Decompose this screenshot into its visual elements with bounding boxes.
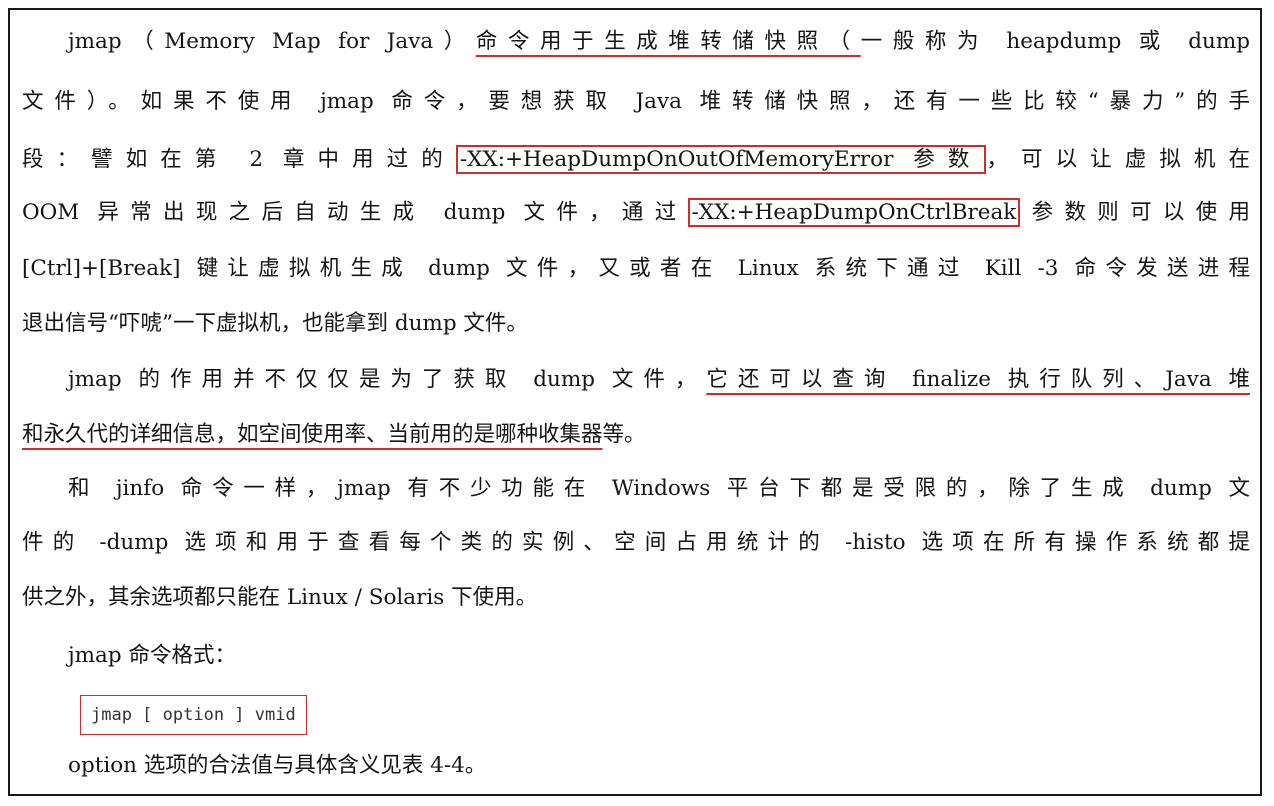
- text-segment: 一般称为 heapdump 或 dump: [860, 29, 1250, 54]
- text-segment: jmap（Memory Map for Java）: [68, 29, 476, 54]
- format-label: jmap 命令格式：: [68, 643, 236, 668]
- paragraph-3-line-3: 供之外，其余选项都只能在 Linux / Solaris 下使用。: [22, 585, 538, 610]
- underlined-phrase: 命令用于生成堆转储快照（: [475, 29, 861, 54]
- text-segment: 参数则可以使用: [1020, 200, 1250, 225]
- underlined-phrase: 和永久代的详细信息，如空间使用率、当前用的是哪种收集器: [22, 422, 603, 447]
- paragraph-1-line-4: OOM 异常出现之后自动生成 dump 文件，通过 -XX:+HeapDumpOn…: [22, 195, 1250, 231]
- paragraph-2-line-2: 和永久代的详细信息，如空间使用率、当前用的是哪种收集器等。: [22, 417, 1250, 453]
- text-segment: jmap 的作用并不仅仅是为了获取 dump 文件，: [68, 367, 707, 392]
- paragraph-3-line-1: 和 jinfo 命令一样，jmap 有不少功能在 Windows 平台下都是受限…: [68, 476, 1250, 501]
- paragraph-1-line-3: 段：譬如在第 2 章中用过的 -XX:+HeapDumpOnOutOfMemory…: [22, 142, 1250, 178]
- paragraph-1-line-6: 退出信号“吓唬”一下虚拟机，也能拿到 dump 文件。: [22, 311, 528, 336]
- paragraph-1-line-2: 文件）。如果不使用 jmap 命令，要想获取 Java 堆转储快照，还有一些比较…: [22, 89, 1250, 114]
- paragraph-1-line-5: [Ctrl]+[Break] 键让虚拟机生成 dump 文件，又或者在 Linu…: [22, 256, 1250, 281]
- boxed-phrase: -XX:+HeapDumpOnCtrlBreak: [687, 198, 1021, 227]
- command-code-box: jmap [ option ] vmid: [80, 695, 307, 735]
- paragraph-1-line-1: jmap（Memory Map for Java）命令用于生成堆转储快照（一般称…: [68, 24, 1250, 60]
- document-page: jmap（Memory Map for Java）命令用于生成堆转储快照（一般称…: [8, 8, 1262, 796]
- boxed-phrase: -XX:+HeapDumpOnOutOfMemoryError 参数: [455, 145, 987, 174]
- paragraph-2-line-1: jmap 的作用并不仅仅是为了获取 dump 文件，它还可以查询 finaliz…: [68, 362, 1250, 398]
- underlined-phrase: 它还可以查询 finalize 执行队列、Java 堆: [706, 367, 1251, 392]
- text-segment: 段：譬如在第 2 章中用过的: [22, 147, 456, 172]
- text-segment: ，可以让虚拟机在: [986, 147, 1250, 172]
- text-segment: 等。: [602, 422, 646, 447]
- paragraph-3-line-2: 件的 -dump 选项和用于查看每个类的实例、空间占用统计的 -histo 选项…: [22, 530, 1250, 555]
- text-segment: OOM 异常出现之后自动生成 dump 文件，通过: [22, 200, 688, 225]
- closing-line: option 选项的合法值与具体含义见表 4-4。: [68, 753, 487, 778]
